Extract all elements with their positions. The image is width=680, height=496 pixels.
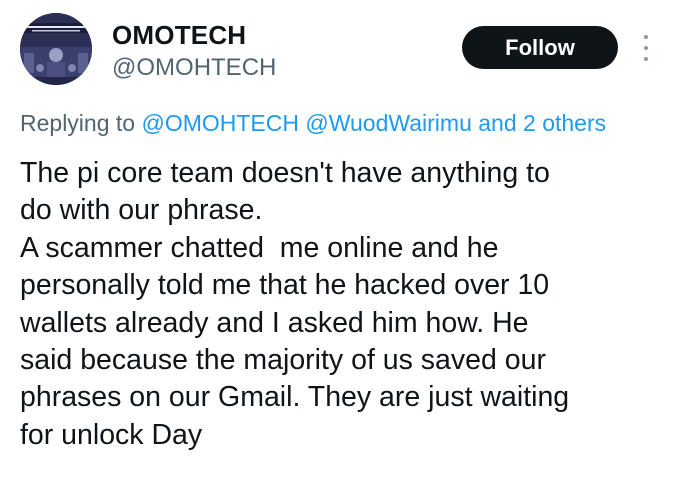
- avatar-image: [20, 13, 92, 85]
- tweet-text-line: do with our phrase.: [20, 194, 263, 227]
- tweet-text-line: phrases on our Gmail. They are just wait…: [20, 381, 570, 414]
- reply-mention-omohtech[interactable]: @OMOHTECH: [141, 110, 299, 136]
- tweet-text-line: The pi core team doesn't have anything t…: [20, 157, 550, 189]
- more-options-icon[interactable]: [636, 32, 656, 64]
- tweet-text-line: for unlock Day: [20, 418, 203, 451]
- reply-prefix: Replying to: [20, 110, 136, 136]
- tweet-text-line: wallets already and I asked him how. He: [20, 306, 529, 339]
- reply-conjunction: and: [478, 110, 517, 136]
- author-display-name[interactable]: OMOTECH: [112, 20, 246, 50]
- more-dot: [644, 35, 648, 39]
- author-handle[interactable]: @OMOHTECH: [112, 54, 276, 82]
- reply-mention-wuodwairimu[interactable]: @WuodWairimu: [305, 110, 472, 136]
- follow-button[interactable]: Follow: [462, 26, 618, 69]
- reply-context: Replying to @OMOHTECH @WuodWairimu and 2…: [20, 108, 606, 138]
- tweet-text-line: A scammer chatted me online and he: [20, 231, 499, 264]
- tweet-text-line: said because the majority of us saved ou…: [20, 343, 546, 376]
- more-dot: [644, 57, 648, 61]
- reply-others-link[interactable]: and 2 others: [478, 110, 606, 136]
- more-dot: [644, 46, 648, 50]
- tweet-text: The pi core team doesn't have anything t…: [20, 155, 670, 454]
- reply-others-count: 2 others: [523, 110, 607, 136]
- tweet-text-line: personally told me that he hacked over 1…: [20, 269, 550, 302]
- avatar[interactable]: [20, 13, 92, 85]
